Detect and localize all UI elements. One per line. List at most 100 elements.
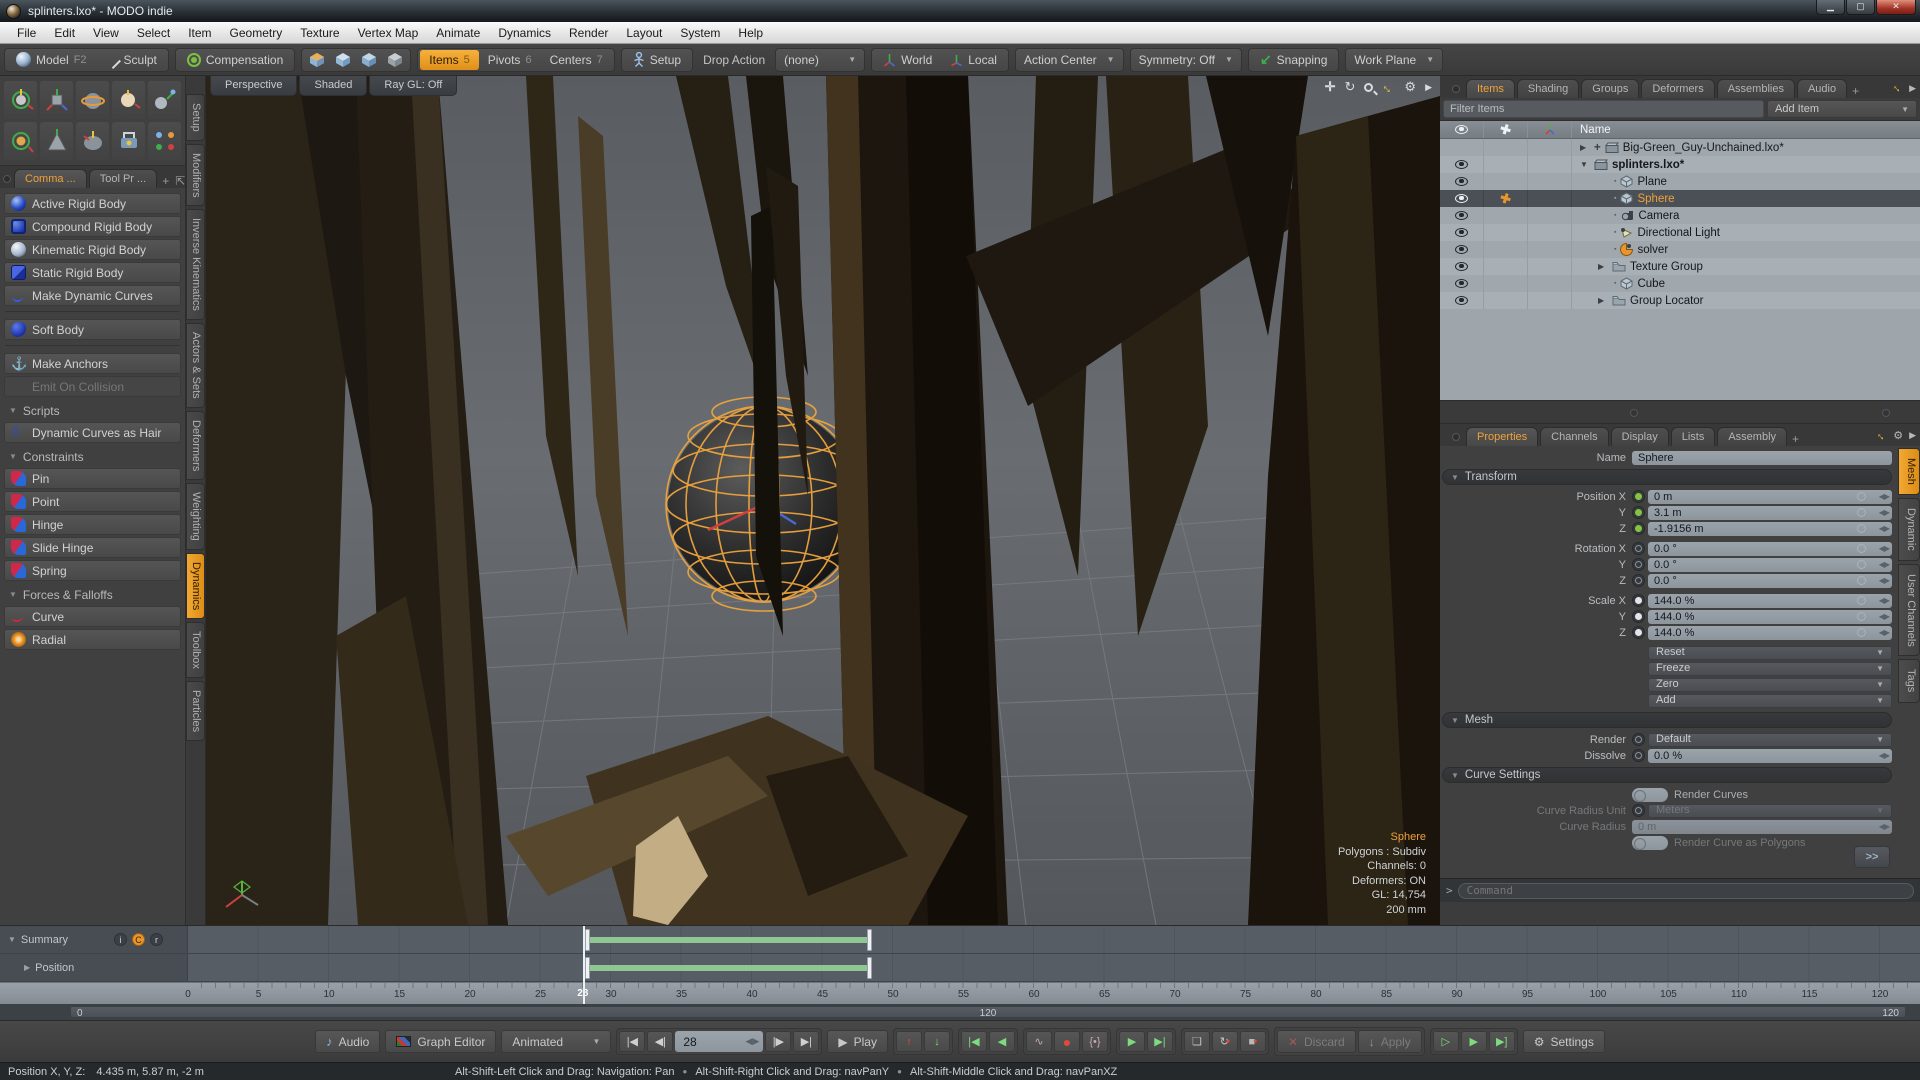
freeze-button[interactable]: Freeze▼ (1648, 662, 1892, 676)
scale-z-field[interactable]: 144.0 %◀▶ (1648, 626, 1892, 640)
collapse-icon[interactable]: ▼ (8, 935, 16, 944)
zoom-icon[interactable] (1364, 83, 1373, 92)
timeline-ruler[interactable]: 0510152025303540455055606570758085909510… (0, 982, 1920, 1004)
timeline-summary-row[interactable]: ▼ Summary i C r (0, 926, 1920, 954)
rig-badge[interactable]: r (150, 933, 163, 946)
vtab-particles[interactable]: Particles (186, 681, 205, 741)
more-options-button[interactable]: >> (1854, 846, 1890, 868)
menu-help[interactable]: Help (729, 22, 772, 43)
cube-mode-icon[interactable] (382, 50, 408, 70)
tool-icon[interactable] (40, 122, 73, 160)
animated-select[interactable]: Animated▼ (501, 1030, 611, 1053)
play-solo-icon[interactable]: ▶ (1461, 1031, 1487, 1052)
pinned-icon[interactable]: ✚ (1498, 189, 1513, 208)
play-button[interactable]: ▶Play (827, 1030, 888, 1053)
raygl-button[interactable]: Ray GL: Off (369, 76, 457, 96)
item-row[interactable]: ▶ Group Locator (1440, 292, 1920, 309)
keyframe-marker[interactable] (585, 957, 590, 979)
channel-state-icon[interactable] (1632, 506, 1645, 519)
cmd-make-dynamic-curves[interactable]: Make Dynamic Curves (4, 285, 181, 306)
vtab-toolbox[interactable]: Toolbox (186, 622, 205, 678)
tab-assemblies[interactable]: Assemblies (1717, 79, 1795, 98)
visibility-icon[interactable] (1455, 296, 1468, 305)
cmd-curve-force[interactable]: Curve (4, 606, 181, 627)
channel-state-icon[interactable] (1632, 749, 1645, 762)
cmd-slide-hinge[interactable]: Slide Hinge (4, 537, 181, 558)
expander-icon[interactable]: ▶ (1598, 262, 1608, 271)
stab-user-channels[interactable]: User Channels (1898, 564, 1920, 657)
range-slider[interactable]: 0 120 120 (70, 1006, 1906, 1018)
vtab-setup[interactable]: Setup (186, 94, 205, 141)
rotation-y-field[interactable]: 0.0 °◀▶ (1648, 558, 1892, 572)
centers-mode-button[interactable]: Centers7 (541, 50, 612, 70)
playhead[interactable] (583, 926, 585, 1004)
sculpt-tab[interactable]: Sculpt (96, 50, 166, 70)
expand-icon[interactable]: ▶ (24, 963, 30, 972)
go-to-start-button[interactable]: |◀ (619, 1031, 645, 1052)
visibility-icon[interactable] (1455, 228, 1468, 237)
view-type-button[interactable]: Perspective (210, 76, 297, 96)
cube-mode-icon[interactable] (330, 50, 356, 70)
tab-display[interactable]: Display (1611, 427, 1669, 446)
cmd-dynamic-curves-as-hair[interactable]: Dynamic Curves as Hair (4, 422, 181, 443)
viewport-more-icon[interactable]: ▶ (1425, 82, 1432, 93)
visibility-icon[interactable] (1455, 279, 1468, 288)
cycle-icon[interactable]: ↻● (1212, 1031, 1238, 1052)
tab-deformers[interactable]: Deformers (1641, 79, 1714, 98)
rotation-x-field[interactable]: 0.0 °◀▶ (1648, 542, 1892, 556)
cmd-hinge[interactable]: Hinge (4, 514, 181, 535)
tab-channels[interactable]: Channels (1540, 427, 1608, 446)
visibility-icon[interactable] (1455, 211, 1468, 220)
tool-icon[interactable] (4, 81, 37, 119)
menu-geometry[interactable]: Geometry (221, 22, 292, 43)
timeline-position-row[interactable]: ▶ Position (0, 954, 1920, 982)
cube-mode-icon[interactable] (304, 50, 330, 70)
channel-state-icon[interactable] (1632, 574, 1645, 587)
local-axis-button[interactable]: Local (941, 50, 1006, 70)
curve-settings-header[interactable]: ▼Curve Settings (1442, 767, 1892, 783)
menu-dynamics[interactable]: Dynamics (489, 22, 560, 43)
cmd-pin[interactable]: Pin (4, 468, 181, 489)
cmd-compound-rigid-body[interactable]: Compound Rigid Body (4, 216, 181, 237)
work-plane-select[interactable]: Work Plane▼ (1345, 48, 1443, 72)
expander-icon[interactable]: ▶ (1598, 296, 1608, 305)
tool-icon[interactable] (40, 81, 73, 119)
go-to-end-button[interactable]: ▶| (793, 1031, 819, 1052)
cmd-point[interactable]: Point (4, 491, 181, 512)
position-y-field[interactable]: 3.1 m◀▶ (1648, 506, 1892, 520)
maximize-viewport-icon[interactable]: ↔ (1379, 77, 1399, 97)
audio-button[interactable]: ♪Audio (315, 1030, 380, 1053)
item-row[interactable]: ▪ solver (1440, 241, 1920, 258)
expander-icon[interactable]: ▼ (1580, 160, 1590, 169)
tab-lists[interactable]: Lists (1671, 427, 1716, 446)
channel-state-icon[interactable] (1632, 542, 1645, 555)
section-constraints[interactable]: ▼Constraints (3, 447, 182, 466)
cmd-static-rigid-body[interactable]: Static Rigid Body (4, 262, 181, 283)
panel-more-icon[interactable]: ▶ (1909, 430, 1916, 441)
add-button[interactable]: Add▼ (1648, 694, 1892, 708)
cmd-radial-force[interactable]: Radial (4, 629, 181, 650)
stab-tags[interactable]: Tags (1898, 659, 1920, 702)
tab-audio[interactable]: Audio (1797, 79, 1847, 98)
channels-badge[interactable]: C (132, 933, 145, 946)
panel-menu-icon[interactable] (1452, 433, 1460, 441)
expand-panel-icon[interactable]: ↔ (1889, 80, 1905, 96)
item-row[interactable]: ▶ Texture Group (1440, 258, 1920, 275)
stab-mesh[interactable]: Mesh (1898, 448, 1920, 495)
info-badge[interactable]: i (114, 933, 127, 946)
transform-section-header[interactable]: ▼Transform (1442, 469, 1892, 485)
tab-tool-properties[interactable]: Tool Pr ... (89, 169, 157, 188)
menu-render[interactable]: Render (560, 22, 617, 43)
model-tab[interactable]: ModelF2 (7, 50, 96, 70)
menu-vertex-map[interactable]: Vertex Map (349, 22, 428, 43)
visibility-icon[interactable] (1455, 177, 1468, 186)
tab-properties[interactable]: Properties (1466, 427, 1538, 446)
position-x-field[interactable]: 0 m◀▶ (1648, 490, 1892, 504)
snapping-button[interactable]: ↙ Snapping (1251, 50, 1336, 70)
item-row[interactable]: ▶+ Big-Green_Guy-Unchained.lxo* (1440, 139, 1920, 156)
item-row[interactable]: ▪ Directional Light (1440, 224, 1920, 241)
redo-time-icon[interactable]: ↓ (924, 1031, 950, 1052)
filter-items-input[interactable] (1443, 100, 1764, 118)
add-item-button[interactable]: Add Item▼ (1767, 100, 1917, 118)
tool-icon[interactable] (76, 122, 109, 160)
